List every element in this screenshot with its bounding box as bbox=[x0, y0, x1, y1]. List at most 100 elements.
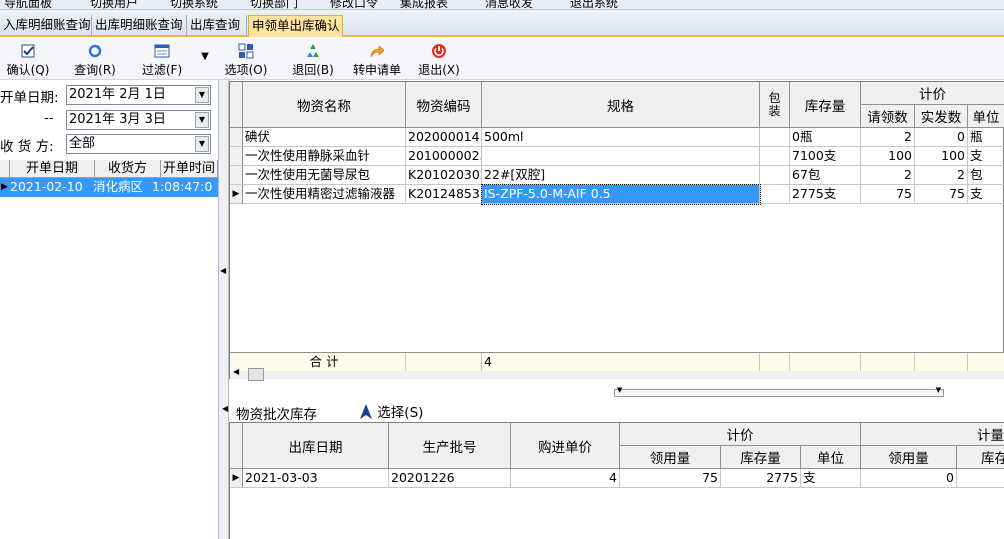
cell-requested[interactable]: 75 bbox=[861, 185, 915, 204]
start-date-picker[interactable]: 2021年 2月 1日 ▼ bbox=[66, 85, 211, 105]
horizontal-scrollbar[interactable]: ◀ bbox=[230, 367, 1004, 381]
horizontal-splitter[interactable]: ▼ ▼ bbox=[614, 386, 944, 397]
cell-unit[interactable]: 支 bbox=[968, 147, 1004, 166]
col-header-spec[interactable]: 规格 bbox=[482, 82, 760, 128]
menu-item[interactable]: 导航面板 bbox=[4, 0, 52, 9]
query-button[interactable]: 查询(R) bbox=[73, 43, 117, 78]
cursor-arrow-icon bbox=[360, 404, 372, 419]
filter-dropdown-arrow[interactable]: ▼ bbox=[198, 51, 212, 62]
col-header-stock-measure[interactable]: 库存 bbox=[957, 446, 1004, 469]
cell-pack[interactable] bbox=[760, 147, 790, 166]
scrollbar-thumb[interactable] bbox=[248, 368, 264, 381]
cell-pack[interactable] bbox=[760, 128, 790, 147]
cell-use-qty-measure[interactable]: 0 bbox=[861, 469, 957, 488]
cell-code[interactable]: 2010000023 bbox=[406, 147, 482, 166]
menu-item[interactable]: 集成报表 bbox=[400, 0, 448, 9]
cell-stock-measure[interactable] bbox=[957, 469, 1004, 488]
col-header-date[interactable]: 开单日期 bbox=[10, 160, 95, 178]
tab-inbound-detail[interactable]: 入库明细账查询 bbox=[0, 15, 92, 37]
col-header-out-date[interactable]: 出库日期 bbox=[243, 423, 389, 469]
cell-stock[interactable]: 0瓶 bbox=[790, 128, 861, 147]
cell-actual[interactable]: 0 bbox=[915, 128, 968, 147]
menu-item[interactable]: 消息收发 bbox=[485, 0, 533, 9]
filter-button[interactable]: 过滤(F) bbox=[140, 43, 184, 78]
cell-spec-selected[interactable]: IS-ZPF-5.0-M-AIF 0.5 bbox=[481, 184, 761, 205]
chevron-down-icon[interactable]: ▼ bbox=[195, 87, 209, 103]
cell-name[interactable]: 一次性使用静脉采血针 bbox=[243, 147, 406, 166]
col-header-use-qty[interactable]: 领用量 bbox=[620, 446, 721, 469]
col-header-unit[interactable]: 单位 bbox=[801, 446, 861, 469]
cell-spec[interactable]: 22#[双腔] bbox=[482, 166, 760, 185]
cell-requested[interactable]: 2 bbox=[861, 128, 915, 147]
cell-name[interactable]: 一次性使用无菌导尿包 bbox=[243, 166, 406, 185]
tab-requisition-confirm[interactable]: 申领单出库确认 bbox=[248, 15, 343, 37]
table-row[interactable]: ▶ 2021-02-10 消化病区 1:08:47:0 bbox=[0, 178, 218, 197]
col-header-requested[interactable]: 请领数 bbox=[861, 105, 915, 128]
menu-item[interactable]: 切换系统 bbox=[170, 0, 218, 9]
cell-stock[interactable]: 67包 bbox=[790, 166, 861, 185]
cell-name[interactable]: 一次性使用精密过滤输液器 bbox=[243, 185, 406, 204]
cell-stock[interactable]: 2775 bbox=[721, 469, 801, 488]
menu-item[interactable]: 切换部门 bbox=[250, 0, 298, 9]
menu-item[interactable]: 退出系统 bbox=[570, 0, 618, 9]
cell-unit[interactable]: 支 bbox=[968, 185, 1004, 204]
collapse-left-icon[interactable]: ◀ bbox=[220, 266, 226, 275]
return-button[interactable]: 退回(B) bbox=[291, 43, 335, 78]
col-header-name[interactable]: 物资名称 bbox=[243, 82, 406, 128]
tab-outbound-query[interactable]: 出库查询 bbox=[187, 15, 247, 37]
options-button[interactable]: 选项(O) bbox=[224, 43, 268, 78]
col-header-stock[interactable]: 库存量 bbox=[721, 446, 801, 469]
cell-out-date[interactable]: 2021-03-03 bbox=[243, 469, 389, 488]
col-header-actual[interactable]: 实发数 bbox=[915, 105, 968, 128]
cell-code[interactable]: 2020000141 bbox=[406, 128, 482, 147]
menu-item[interactable]: 修改口令 bbox=[330, 0, 378, 9]
exit-button[interactable]: 退出(X) bbox=[417, 43, 461, 78]
cell-code[interactable]: K201248531 bbox=[406, 185, 482, 204]
cell-pack[interactable] bbox=[760, 185, 790, 204]
cell-actual[interactable]: 75 bbox=[915, 185, 968, 204]
cell-actual[interactable]: 100 bbox=[915, 147, 968, 166]
col-header-stock[interactable]: 库存量 bbox=[790, 82, 861, 128]
chevron-down-icon[interactable]: ▼ bbox=[195, 112, 209, 128]
cell-requested[interactable]: 2 bbox=[861, 166, 915, 185]
scroll-left-icon[interactable]: ◀ bbox=[233, 367, 239, 376]
collapse-left-icon[interactable]: ◀ bbox=[222, 404, 228, 413]
cell-unit[interactable]: 瓶 bbox=[968, 128, 1004, 147]
chevron-down-icon[interactable]: ▼ bbox=[936, 386, 941, 394]
col-header-code[interactable]: 物资编码 bbox=[406, 82, 482, 128]
cell-spec[interactable] bbox=[482, 147, 760, 166]
col-header-time[interactable]: 开单时间 bbox=[161, 160, 218, 178]
total-empty bbox=[968, 353, 1004, 372]
chevron-down-icon[interactable]: ▼ bbox=[195, 136, 209, 152]
col-header-price[interactable]: 购进单价 bbox=[511, 423, 620, 469]
cell-stock[interactable]: 2775支 bbox=[790, 185, 861, 204]
receiver-select[interactable]: 全部 ▼ bbox=[66, 134, 211, 154]
col-header-receiver[interactable]: 收货方 bbox=[95, 160, 161, 178]
chevron-down-icon[interactable]: ▼ bbox=[617, 386, 622, 394]
col-header-batch-no[interactable]: 生产批号 bbox=[389, 423, 511, 469]
col-header-pack[interactable]: 包装 bbox=[760, 82, 790, 128]
tab-outbound-detail[interactable]: 出库明细账查询 bbox=[92, 15, 187, 37]
cell-actual[interactable]: 2 bbox=[915, 166, 968, 185]
cell-stock[interactable]: 7100支 bbox=[790, 147, 861, 166]
cell-pack[interactable] bbox=[760, 166, 790, 185]
cell-unit[interactable]: 包 bbox=[968, 166, 1004, 185]
cell-spec[interactable]: 500ml bbox=[482, 128, 760, 147]
transfer-request-button[interactable]: 转申请单 bbox=[352, 43, 402, 78]
cell-batch-no[interactable]: 20201226 bbox=[389, 469, 511, 488]
col-header-unit[interactable]: 单位 bbox=[968, 105, 1004, 128]
cell-name[interactable]: 碘伏 bbox=[243, 128, 406, 147]
cell-use-qty[interactable]: 75 bbox=[620, 469, 721, 488]
cell-code[interactable]: K201020302 bbox=[406, 166, 482, 185]
row-indicator bbox=[230, 147, 243, 166]
end-date-picker[interactable]: 2021年 3月 3日 ▼ bbox=[66, 110, 211, 130]
col-header-use-qty-measure[interactable]: 领用量 bbox=[861, 446, 957, 469]
vertical-splitter[interactable]: ◀ bbox=[219, 80, 229, 539]
cell-unit[interactable]: 支 bbox=[801, 469, 861, 488]
cell-price[interactable]: 4 bbox=[511, 469, 620, 488]
menu-item[interactable]: 切换用户 bbox=[90, 0, 138, 9]
cell-requested[interactable]: 100 bbox=[861, 147, 915, 166]
confirm-button[interactable]: 确认(Q) bbox=[6, 43, 50, 78]
date-range-dash: -- bbox=[44, 110, 54, 126]
select-button[interactable]: 选择(S) bbox=[359, 401, 423, 421]
